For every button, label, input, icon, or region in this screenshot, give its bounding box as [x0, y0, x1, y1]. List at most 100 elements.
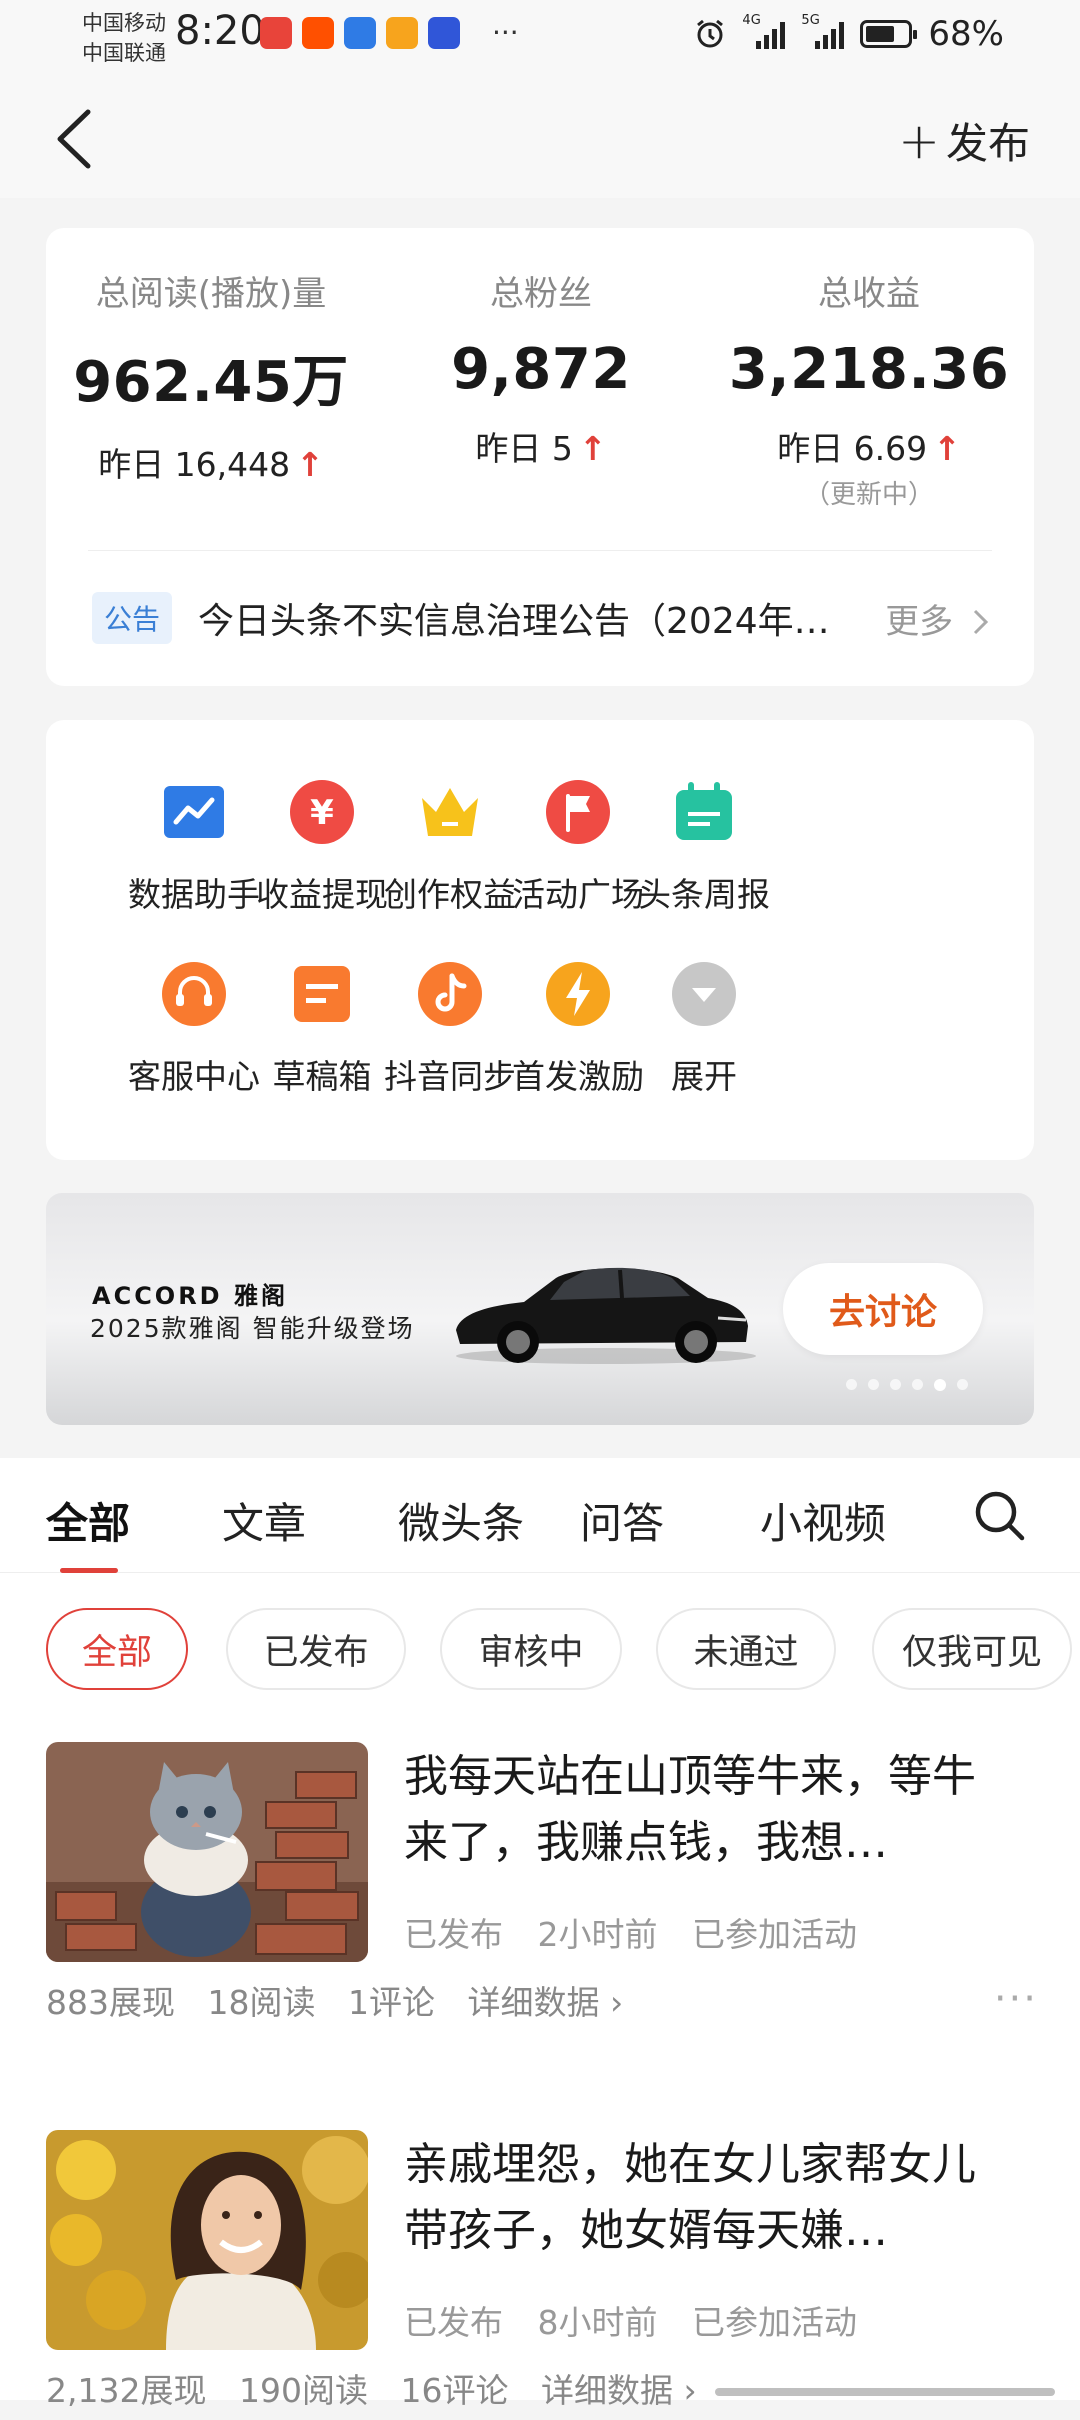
crown-icon [416, 778, 484, 846]
search-icon[interactable] [972, 1488, 1028, 1544]
carousel-dots [846, 1379, 968, 1391]
more-notifications-icon: ··· [492, 16, 519, 49]
more-options-icon[interactable]: ··· [994, 1976, 1038, 2022]
chart-icon [160, 778, 228, 846]
notice-more-link[interactable]: 更多 [885, 594, 992, 643]
article-meta: 已发布 2小时前 已参加活动 [404, 1908, 881, 1956]
filter-chip[interactable]: 全部 [46, 1608, 188, 1690]
filter-chip[interactable]: 已发布 [226, 1608, 406, 1690]
article-time: 8小时前 [537, 2303, 658, 2342]
tools-card: 数据助手 ¥ 收益提现 创作权益 活动广场 头条周报 客服中心 草稿箱 抖音同步 首发激励 展开 [46, 720, 1034, 1160]
expand-icon [670, 960, 738, 1028]
stat-earnings[interactable]: 总收益 3,218.36 昨日 6.69 ↑ （更新中） [704, 266, 1034, 511]
stat-label: 总阅读(播放)量 [95, 274, 327, 314]
active-tab-indicator [60, 1568, 118, 1573]
network-label-1: 4G [742, 13, 761, 28]
stats-card: 总阅读(播放)量 962.45万 昨日 16,448 ↑ 总粉丝 9,872 昨日… [46, 228, 1034, 686]
notice-text: 今日头条不实信息治理公告（2024年… [198, 601, 830, 642]
status-time: 8:20 [175, 8, 265, 54]
battery-percent: 68% [928, 14, 1004, 54]
status-bar: 中国移动 中国联通 8:20 ··· 4G 5G 68% [0, 0, 1080, 80]
tool-label: 展开 [671, 1057, 737, 1096]
article-meta: 已发布 8小时前 已参加活动 [404, 2296, 881, 2344]
back-button[interactable] [48, 106, 108, 172]
cat-bricks-image [46, 1742, 368, 1962]
filter-chip[interactable]: 仅我可见 [872, 1608, 1072, 1690]
article-comments: 16评论 [400, 2371, 509, 2410]
stat-delta-text: 昨日 5 [475, 429, 573, 468]
nav-bar: + 发布 [0, 80, 1080, 198]
content-area: 小视频 问答 微头条 文章 全部 全部 已发布 审核中 未通过 仅我可见 我每天… [0, 1458, 1080, 2410]
stat-reads[interactable]: 总阅读(播放)量 962.45万 昨日 16,448 ↑ [46, 266, 376, 486]
plus-icon: + [898, 111, 940, 170]
tiktok-icon [416, 960, 484, 1028]
publish-button[interactable]: + 发布 [898, 110, 1030, 171]
article-status: 已发布 [404, 1915, 503, 1954]
tab-3[interactable]: 问答 [580, 1490, 664, 1551]
stat-fans[interactable]: 总粉丝 9,872 昨日 5 ↑ [376, 266, 706, 470]
publish-label: 发布 [945, 119, 1030, 168]
stat-delta: 昨日 6.69 ↑ [704, 422, 1034, 470]
flag-icon [544, 778, 612, 846]
tab-2[interactable]: 微头条 [398, 1490, 524, 1551]
article-details-link[interactable]: 详细数据 › [468, 1983, 624, 2022]
article-details-link[interactable]: 详细数据 › [541, 2371, 697, 2410]
article-thumbnail[interactable] [46, 1742, 368, 1962]
carousel-dot [846, 1379, 857, 1390]
article-impressions: 2,132展现 [46, 2371, 207, 2410]
stat-delta: 昨日 16,448 ↑ [46, 438, 376, 486]
article-impressions: 883展现 [46, 1983, 175, 2022]
tab-4[interactable]: 小视频 [760, 1490, 886, 1551]
stat-delta-text: 昨日 16,448 [98, 445, 291, 484]
tab-0[interactable]: 全部 [46, 1490, 130, 1551]
article-title[interactable]: 亲戚埋怨，她在女儿家帮女儿带孩子，她女婿每天嫌… [404, 2132, 1004, 2264]
up-arrow-icon: ↑ [296, 445, 324, 484]
draft-icon [288, 960, 356, 1028]
svg-text:¥: ¥ [310, 793, 334, 833]
tool-calendar[interactable]: 头条周报 [614, 778, 794, 916]
tool-expand[interactable]: 展开 [614, 960, 794, 1098]
signal-5g: 5G [801, 13, 845, 49]
discuss-button[interactable]: 去讨论 [783, 1263, 983, 1355]
article-stats: 883展现 18阅读 1评论 详细数据 › [46, 1976, 645, 2024]
lightning-icon [544, 960, 612, 1028]
article-item[interactable]: 我每天站在山顶等牛来，等牛来了，我赚点钱，我想… 已发布 2小时前 已参加活动 … [46, 1742, 1046, 2032]
up-arrow-icon: ↑ [933, 429, 961, 468]
carrier-2: 中国联通 [82, 41, 166, 65]
stat-label: 总收益 [818, 274, 920, 314]
article-stats: 2,132展现 190阅读 16评论 详细数据 › [46, 2364, 719, 2412]
chevron-left-icon [57, 109, 91, 169]
banner-subtitle: 2025款雅阁 智能升级登场 [90, 1314, 415, 1343]
huawei-app-icon [260, 17, 292, 49]
calendar-icon [670, 778, 738, 846]
article-activity: 已参加活动 [692, 2303, 857, 2342]
taobao-app-icon [302, 17, 334, 49]
carousel-dot [957, 1379, 968, 1390]
carousel-dot [912, 1379, 923, 1390]
banner-brand: ACCORD 雅阁 [92, 1282, 288, 1310]
stat-value: 3,218.36 [728, 337, 1010, 402]
ad-banner[interactable]: ACCORD 雅阁 2025款雅阁 智能升级登场 去讨论 [46, 1193, 1034, 1425]
article-item[interactable]: 亲戚埋怨，她在女儿家帮女儿带孩子，她女婿每天嫌… 已发布 8小时前 已参加活动 … [46, 2130, 1046, 2420]
carrier-1: 中国移动 [82, 11, 166, 35]
stat-value: 9,872 [451, 337, 631, 402]
network-label-2: 5G [801, 13, 820, 28]
notice-row[interactable]: 公告 今日头条不实信息治理公告（2024年… 更多 [92, 588, 992, 648]
notice-more-label: 更多 [885, 601, 954, 642]
yuan-icon: ¥ [288, 778, 356, 846]
up-arrow-icon: ↑ [578, 429, 607, 468]
chevron-right-icon [973, 609, 989, 634]
article-title[interactable]: 我每天站在山顶等牛来，等牛来了，我赚点钱，我想… [404, 1744, 1004, 1876]
article-thumbnail[interactable] [46, 2130, 368, 2350]
content-tabs: 小视频 问答 微头条 文章 全部 [0, 1458, 1080, 1573]
signal-4g: 4G [742, 13, 786, 49]
stat-label: 总粉丝 [490, 274, 592, 314]
filter-chip[interactable]: 审核中 [440, 1608, 622, 1690]
tab-1[interactable]: 文章 [222, 1490, 306, 1551]
filter-chips: 全部 已发布 审核中 未通过 仅我可见 [46, 1608, 1080, 1694]
carousel-dot [890, 1379, 901, 1390]
filter-chip[interactable]: 未通过 [656, 1608, 836, 1690]
carousel-dot [934, 1379, 946, 1391]
alarm-icon [697, 19, 724, 48]
woman-ginkgo-image [46, 2130, 368, 2350]
